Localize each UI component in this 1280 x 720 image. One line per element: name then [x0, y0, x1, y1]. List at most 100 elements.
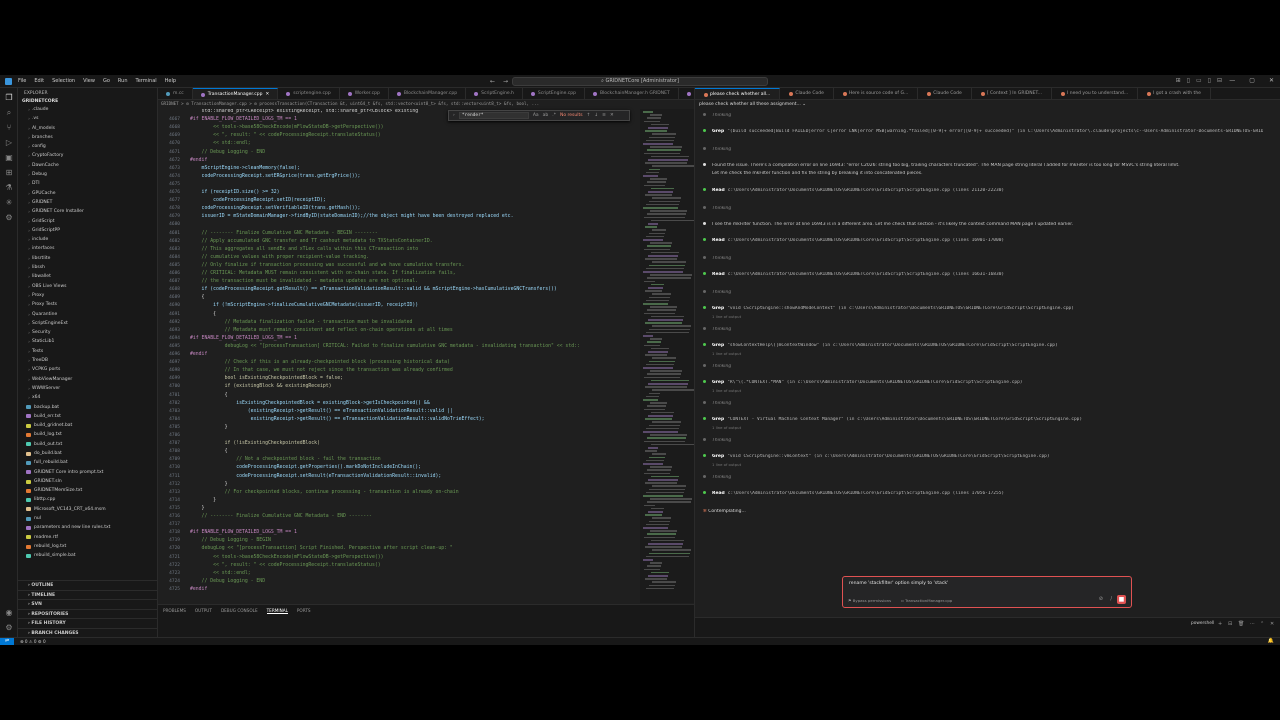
menu-go[interactable]: Go [103, 78, 110, 84]
code-line[interactable]: { [190, 312, 216, 317]
folder-item[interactable]: › libwallet [18, 272, 157, 281]
chat-tab[interactable]: I need you to understand... [1052, 88, 1139, 99]
code-line[interactable]: { [190, 449, 228, 454]
code-line[interactable]: // Only finalize if transaction processi… [190, 263, 465, 268]
forward-arrow-icon[interactable]: → [503, 78, 508, 85]
folder-item[interactable]: › branches [18, 133, 157, 142]
folder-item[interactable]: › interfaces [18, 244, 157, 253]
section-repositories[interactable]: › REPOSITORIES [18, 608, 157, 619]
close-icon[interactable]: ✕ [1269, 77, 1274, 84]
panel-tab-debug-console[interactable]: DEBUG CONSOLE [221, 608, 258, 614]
file-item[interactable]: GRIDNET Core intro prompt.txt [18, 468, 157, 477]
thinking-label[interactable]: Thinking [712, 364, 731, 369]
workspace-root[interactable]: GRIDNETCORE [18, 98, 157, 105]
menu-selection[interactable]: Selection [52, 78, 75, 84]
code-line[interactable]: if (receiptID.size() >= 32) [190, 190, 280, 195]
folder-item[interactable]: › GridScriptPP [18, 226, 157, 235]
section-outline[interactable]: › OUTLINE [18, 580, 157, 590]
code-line[interactable]: bool isExistingCheckpointedBlock = false… [190, 376, 343, 381]
menu-help[interactable]: Help [165, 78, 176, 84]
tool-args[interactable]: "(build succeeded|Build FAILED|error C|e… [727, 129, 1263, 134]
folder-item[interactable]: › VCPKG ports [18, 365, 157, 374]
code-line[interactable]: #endif [190, 352, 207, 357]
extensions-icon[interactable]: ⊞ [4, 168, 14, 178]
thinking-label[interactable]: Thinking [712, 475, 731, 480]
more-actions-icon[interactable]: ⋯ [1250, 621, 1255, 627]
folder-item[interactable]: › StaticLib1 [18, 337, 157, 346]
code-line[interactable]: << tools->base58CheckEncode(mFlowStateDB… [190, 555, 383, 560]
tool-args[interactable]: c:\Users\Administrator\Documents\GRIDNET… [728, 238, 1004, 243]
menu-file[interactable]: File [18, 78, 26, 84]
file-item[interactable]: full_rebuild.bat [18, 458, 157, 467]
file-item[interactable]: libttp.cpp [18, 495, 157, 504]
thinking-label[interactable]: Thinking [712, 256, 731, 261]
copilot-icon[interactable]: ⊞ [1176, 77, 1181, 84]
regex-icon[interactable]: .* [552, 113, 556, 118]
code-line[interactable]: << ", result: " << codeProcessingReceipt… [190, 563, 381, 568]
thinking-label[interactable]: Thinking [712, 327, 731, 332]
file-item[interactable]: build_err.txt [18, 412, 157, 421]
find-input[interactable]: *render* [458, 112, 529, 119]
code-line[interactable]: } [190, 425, 228, 430]
settings-sync-icon[interactable]: ⚙ [4, 213, 14, 223]
code-line[interactable]: } [190, 498, 216, 503]
panel-tab-output[interactable]: OUTPUT [195, 608, 212, 614]
code-line[interactable]: // Debug Logging - BEGIN [190, 538, 271, 543]
folder-item[interactable]: › Proxy Tests [18, 300, 157, 309]
code-line[interactable]: } [190, 482, 228, 487]
permission-mode[interactable]: ⚑ Bypass permissions [848, 598, 891, 603]
toggle-sidebar-icon[interactable]: ▯ [1187, 77, 1190, 84]
code-line[interactable]: #if ENABLE_FLOW_DETAILED_LOGS_TM == 1 [190, 336, 297, 341]
code-line[interactable]: debugLog << "[processTransaction] CRITIC… [190, 344, 580, 349]
file-item[interactable]: GRIDNETMemSize.txt [18, 486, 157, 495]
code-line[interactable]: // Debug Logging - END [190, 579, 266, 584]
chat-input-text[interactable]: rename 'stackfilter' option simply to 's… [849, 581, 948, 586]
tab-m-cc[interactable]: m.cc [158, 88, 193, 99]
claude-icon[interactable]: ✳ [4, 198, 14, 208]
match-case-icon[interactable]: Aa [533, 113, 539, 118]
code-line[interactable]: std::shared_ptr<CReceipt> existingReceip… [190, 109, 419, 114]
code-line[interactable]: codeProcessingReceipt.setVerifiableID(tr… [190, 206, 361, 211]
folder-item[interactable]: › Proxy [18, 291, 157, 300]
file-item[interactable]: parameters and new line rules.txt [18, 523, 157, 532]
folder-item[interactable]: › GRIDNET Core Installer [18, 207, 157, 216]
folder-item[interactable]: › .claude [18, 105, 157, 114]
toggle-panel-icon[interactable]: ▭ [1196, 77, 1202, 84]
code-line[interactable]: // For checkpointed blocks, continue pro… [190, 490, 459, 495]
command-center[interactable]: ⌕ GRIDNETCore [Administrator] [512, 77, 768, 86]
terminal-shell-label[interactable]: powershell [1191, 621, 1214, 626]
folder-item[interactable]: › x64 [18, 393, 157, 402]
file-item[interactable]: build_out.txt [18, 440, 157, 449]
thinking-label[interactable]: Thinking [712, 206, 731, 211]
menu-terminal[interactable]: Terminal [136, 78, 157, 84]
tab-blockchainmanager-cpp[interactable]: BlockchainManager.cpp [389, 88, 467, 99]
file-item[interactable]: rebuild_simple.bat [18, 551, 157, 560]
chat-input-box[interactable]: rename 'stackfilter' option simply to 's… [842, 576, 1132, 608]
back-arrow-icon[interactable]: ← [490, 78, 495, 85]
code-line[interactable]: debugLog << "[processTransaction] Script… [190, 546, 453, 551]
code-line[interactable]: << tools->base58CheckEncode(mFlowStateDB… [190, 125, 383, 130]
thinking-label[interactable]: Thinking [712, 438, 731, 443]
tab-scriptengine-cpp[interactable]: scriptengine.cpp [278, 88, 340, 99]
tab-worker-cpp[interactable]: Worker.cpp [340, 88, 389, 99]
code-line[interactable]: // -------- Finalize Cumulative GNC Meta… [190, 231, 378, 236]
code-line[interactable]: // -------- Finalize Cumulative GNC Meta… [190, 514, 372, 519]
chat-tab[interactable]: please check whether all... [695, 88, 781, 99]
file-item[interactable]: readme.rtf [18, 533, 157, 542]
folder-item[interactable]: › Tests [18, 347, 157, 356]
code-line[interactable]: existingReceipt->getResult() == eTransac… [190, 417, 485, 422]
code-line[interactable]: #endif [190, 158, 207, 163]
code-line[interactable]: if (!mScriptEngine->finalizeCumulativeGN… [190, 303, 418, 308]
code-line[interactable]: codeProcessingReceipt.setResult(eTransac… [190, 474, 441, 479]
code-line[interactable]: << std::endl; [190, 571, 251, 576]
folder-item[interactable]: › Quarantine [18, 310, 157, 319]
tab-close-icon[interactable]: ✕ [265, 89, 269, 100]
tab-transactionmanager-cpp[interactable]: TransactionManager.cpp ✕ [192, 88, 279, 100]
chat-tab[interactable]: [ Context ] In GRIDNET... [972, 88, 1052, 99]
code-line[interactable]: { [190, 393, 228, 398]
toggle-secondary-sidebar-icon[interactable]: ▯ [1208, 77, 1211, 84]
code-line[interactable]: codeProcessingReceipt.setID(receiptID); [190, 198, 326, 203]
explorer-icon[interactable]: ❐ [4, 93, 14, 103]
folder-item[interactable]: › Security [18, 328, 157, 337]
tool-args[interactable]: "void CScriptEngine::showAndModeContext"… [727, 306, 1074, 311]
